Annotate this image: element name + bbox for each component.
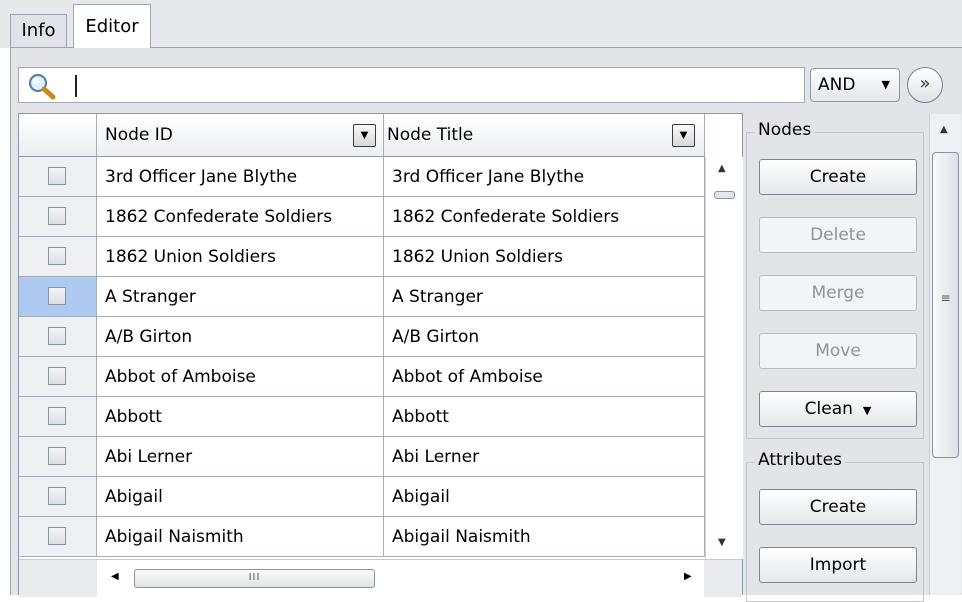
double-chevron-down-icon: »: [919, 73, 931, 94]
operator-select[interactable]: AND ▼: [810, 68, 900, 102]
table-row[interactable]: A Stranger A Stranger: [19, 277, 705, 317]
text-caret: [75, 75, 77, 97]
table-row[interactable]: Abigail Naismith Abigail Naismith: [19, 517, 705, 557]
cell-node-id[interactable]: Abbot of Amboise: [97, 357, 384, 397]
row-checkbox[interactable]: [48, 407, 66, 425]
table-row[interactable]: Abbott Abbott: [19, 397, 705, 437]
cell-node-title[interactable]: 1862 Confederate Soldiers: [384, 197, 705, 237]
scroll-down-icon[interactable]: ▼: [718, 537, 726, 548]
dropdown-arrow-icon: ▼: [862, 404, 872, 417]
table-row[interactable]: A/B Girton A/B Girton: [19, 317, 705, 357]
cell-node-title[interactable]: 3rd Officer Jane Blythe: [384, 157, 705, 197]
panel-vertical-scrollbar[interactable]: ▲ ≡: [929, 114, 961, 595]
operator-value: AND: [818, 75, 856, 95]
magnifier-icon: [28, 73, 56, 100]
merge-node-button[interactable]: Merge: [759, 275, 917, 311]
filter-dropdown-icon[interactable]: ▼: [672, 124, 695, 147]
tab-info[interactable]: Info: [10, 14, 67, 47]
dropdown-arrow-icon: ▼: [881, 78, 890, 91]
table-row[interactable]: 1862 Union Soldiers 1862 Union Soldiers: [19, 237, 705, 277]
column-label: Node Title: [387, 125, 474, 145]
group-title-nodes: Nodes: [755, 120, 815, 140]
clean-label: Clean: [804, 399, 853, 419]
column-header-node-id[interactable]: Node ID ▼: [97, 114, 384, 157]
table-row[interactable]: 3rd Officer Jane Blythe 3rd Officer Jane …: [19, 157, 705, 197]
row-checkbox-cell[interactable]: [19, 437, 97, 477]
grid-vertical-scrollbar[interactable]: ▲ ▼: [705, 157, 743, 559]
search-input[interactable]: [18, 67, 805, 103]
cell-node-id[interactable]: A Stranger: [97, 277, 384, 317]
cell-node-title[interactable]: 1862 Union Soldiers: [384, 237, 705, 277]
column-header-node-title[interactable]: Node Title ▼: [384, 114, 705, 157]
row-checkbox[interactable]: [48, 527, 66, 545]
cell-node-id[interactable]: 1862 Confederate Soldiers: [97, 197, 384, 237]
filter-dropdown-icon[interactable]: ▼: [353, 124, 376, 147]
scroll-right-icon[interactable]: ▶: [684, 571, 692, 582]
scroll-up-icon[interactable]: ▲: [940, 124, 948, 135]
create-node-button[interactable]: Create: [759, 159, 917, 195]
scroll-left-icon[interactable]: ◀: [111, 571, 119, 582]
scroll-thumb[interactable]: [714, 191, 735, 199]
row-checkbox[interactable]: [48, 327, 66, 345]
cell-node-id[interactable]: Abigail Naismith: [97, 517, 384, 557]
row-checkbox[interactable]: [48, 367, 66, 385]
create-attribute-button[interactable]: Create: [759, 489, 917, 525]
table-row[interactable]: Abi Lerner Abi Lerner: [19, 437, 705, 477]
row-checkbox[interactable]: [48, 487, 66, 505]
group-title-attributes: Attributes: [755, 450, 845, 470]
row-checkbox-cell[interactable]: [19, 357, 97, 397]
table-row[interactable]: Abbot of Amboise Abbot of Amboise: [19, 357, 705, 397]
cell-node-title[interactable]: A Stranger: [384, 277, 705, 317]
cell-node-title[interactable]: Abigail Naismith: [384, 517, 705, 557]
cell-node-title[interactable]: A/B Girton: [384, 317, 705, 357]
cell-node-id[interactable]: 3rd Officer Jane Blythe: [97, 157, 384, 197]
cell-node-title[interactable]: Abbott: [384, 397, 705, 437]
import-attribute-button[interactable]: Import: [759, 547, 917, 583]
row-checkbox[interactable]: [48, 287, 66, 305]
row-checkbox-cell[interactable]: [19, 277, 97, 317]
scroll-thumb[interactable]: III: [134, 569, 375, 588]
nodes-grid: Node ID ▼ Node Title ▼ 3rd Officer Jane …: [18, 113, 743, 597]
column-label: Node ID: [105, 125, 173, 145]
scroll-thumb[interactable]: ≡: [932, 152, 959, 458]
row-checkbox-cell[interactable]: [19, 397, 97, 437]
row-checkbox-cell[interactable]: [19, 157, 97, 197]
tab-editor[interactable]: Editor: [73, 4, 151, 48]
cell-node-id[interactable]: 1862 Union Soldiers: [97, 237, 384, 277]
clean-node-button[interactable]: Clean ▼: [759, 391, 917, 427]
move-node-button[interactable]: Move: [759, 333, 917, 369]
row-checkbox-cell[interactable]: [19, 317, 97, 357]
cell-node-title[interactable]: Abbot of Amboise: [384, 357, 705, 397]
row-checkbox[interactable]: [48, 167, 66, 185]
table-row[interactable]: 1862 Confederate Soldiers 1862 Confederat…: [19, 197, 705, 237]
grid-horizontal-scrollbar[interactable]: ◀ III ▶: [19, 559, 742, 597]
expand-button[interactable]: »: [907, 67, 943, 103]
row-checkbox-cell[interactable]: [19, 237, 97, 277]
row-checkbox-cell[interactable]: [19, 477, 97, 517]
row-checkbox-cell[interactable]: [19, 197, 97, 237]
cell-node-id[interactable]: Abigail: [97, 477, 384, 517]
cell-node-id[interactable]: Abbott: [97, 397, 384, 437]
row-checkbox[interactable]: [48, 207, 66, 225]
checkbox-column-header: [19, 114, 97, 157]
row-checkbox-cell[interactable]: [19, 517, 97, 557]
cell-node-title[interactable]: Abi Lerner: [384, 437, 705, 477]
row-checkbox[interactable]: [48, 447, 66, 465]
delete-node-button[interactable]: Delete: [759, 217, 917, 253]
cell-node-title[interactable]: Abigail: [384, 477, 705, 517]
scroll-up-icon[interactable]: ▲: [718, 163, 726, 174]
cell-node-id[interactable]: Abi Lerner: [97, 437, 384, 477]
cell-node-id[interactable]: A/B Girton: [97, 317, 384, 357]
row-checkbox[interactable]: [48, 247, 66, 265]
table-row[interactable]: Abigail Abigail: [19, 477, 705, 517]
